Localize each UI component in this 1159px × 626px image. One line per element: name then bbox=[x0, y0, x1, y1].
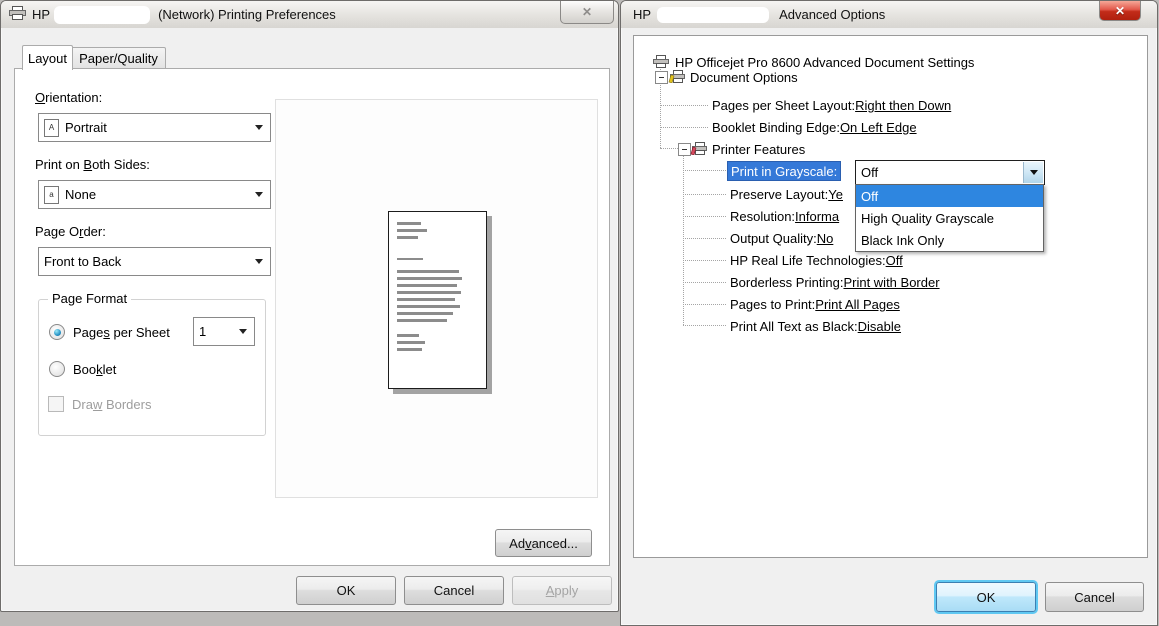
page-order-label: Page Order: bbox=[35, 224, 106, 239]
tree-connector bbox=[683, 304, 726, 305]
portrait-page-icon: A bbox=[44, 118, 59, 137]
tree-connector bbox=[683, 216, 726, 217]
tree-item-value[interactable]: On Left Edge bbox=[840, 120, 917, 135]
tree-connector bbox=[683, 260, 726, 261]
printing-preferences-dialog: HP (Network) Printing Preferences ✕ Pape… bbox=[0, 0, 619, 612]
radio-selected-icon[interactable] bbox=[49, 324, 65, 340]
tree-connector bbox=[683, 325, 726, 326]
printer-features-icon bbox=[690, 141, 707, 158]
draw-borders-label: Draw Borders bbox=[72, 396, 152, 412]
tree-item-value[interactable]: Ye bbox=[828, 187, 843, 202]
tree-item: Output Quality: No bbox=[730, 231, 834, 246]
dropdown-option-high-quality-grayscale[interactable]: High Quality Grayscale bbox=[856, 207, 1043, 229]
grayscale-value: Off bbox=[861, 165, 879, 180]
tree-connector bbox=[683, 170, 726, 171]
orientation-select[interactable]: A Portrait bbox=[38, 113, 271, 142]
pages-per-sheet-count: 1 bbox=[199, 324, 207, 339]
dropdown-option-black-ink-only[interactable]: Black Ink Only bbox=[856, 229, 1043, 251]
both-sides-label: Print on Both Sides: bbox=[35, 157, 150, 172]
cancel-button[interactable]: Cancel bbox=[1045, 582, 1144, 612]
tree-item-value[interactable]: Print All Pages bbox=[815, 297, 900, 312]
radio-icon[interactable] bbox=[49, 361, 65, 377]
advanced-button[interactable]: Advanced... bbox=[495, 529, 592, 557]
tree-item-value[interactable]: No bbox=[817, 231, 834, 246]
tree-connector bbox=[660, 127, 708, 128]
tree-item: Pages per Sheet Layout: Right then Down bbox=[712, 98, 952, 113]
tree-connector bbox=[683, 238, 726, 239]
duplex-page-icon: a bbox=[44, 185, 59, 204]
tree-item-value[interactable]: Disable bbox=[858, 319, 901, 334]
chevron-down-icon bbox=[255, 191, 263, 197]
close-icon[interactable]: ✕ bbox=[1099, 1, 1141, 21]
printer-icon bbox=[653, 54, 669, 71]
chevron-down-icon bbox=[255, 258, 263, 264]
chevron-down-icon bbox=[255, 124, 263, 130]
draw-borders-option: Draw Borders bbox=[48, 396, 151, 412]
pages-per-sheet-option[interactable]: Pages per Sheet bbox=[49, 324, 170, 340]
tree-item: HP Real Life Technologies: Off bbox=[730, 253, 903, 268]
layout-tab-page: Orientation: A Portrait Print on Both Si… bbox=[14, 68, 610, 566]
tree-item: Booklet Binding Edge: On Left Edge bbox=[712, 120, 917, 135]
window-title: (Network) Printing Preferences bbox=[158, 7, 336, 22]
print-preview-panel bbox=[275, 99, 598, 498]
document-preview-page bbox=[388, 211, 487, 389]
chevron-down-icon bbox=[239, 328, 247, 334]
document-options-icon bbox=[668, 69, 685, 86]
booklet-label: Booklet bbox=[73, 361, 117, 377]
tree-connector bbox=[660, 105, 708, 106]
tree-item-value[interactable]: Print with Border bbox=[843, 275, 939, 290]
page-format-title: Page Format bbox=[48, 291, 132, 306]
left-titlebar[interactable]: HP (Network) Printing Preferences ✕ bbox=[1, 1, 618, 28]
pages-per-sheet-count-select[interactable]: 1 bbox=[193, 317, 255, 346]
tree-connector bbox=[660, 148, 678, 149]
close-icon[interactable]: ✕ bbox=[560, 1, 614, 24]
advanced-options-dialog: HP Advanced Options ✕ HP Officejet Pro 8… bbox=[620, 0, 1158, 626]
booklet-option[interactable]: Booklet bbox=[49, 361, 116, 377]
tree-item-print-in-grayscale[interactable]: Print in Grayscale: bbox=[727, 161, 842, 181]
apply-button: Apply bbox=[512, 576, 612, 605]
ok-button[interactable]: OK bbox=[296, 576, 396, 605]
tree-item: Resolution: Informa bbox=[730, 209, 840, 224]
collapse-icon[interactable] bbox=[655, 71, 668, 84]
orientation-value: Portrait bbox=[65, 120, 107, 135]
pages-per-sheet-label: Pages per Sheet bbox=[73, 324, 170, 340]
window-title: Advanced Options bbox=[779, 7, 886, 22]
tab-layout[interactable]: Layout bbox=[22, 45, 73, 70]
tree-item-value[interactable]: Off bbox=[886, 253, 903, 268]
tree-connector bbox=[683, 282, 726, 283]
tree-item-value[interactable]: Informa bbox=[795, 209, 839, 224]
tree-item: Print All Text as Black: Disable bbox=[730, 319, 902, 334]
both-sides-select[interactable]: a None bbox=[38, 180, 271, 209]
window-title-prefix: HP bbox=[633, 7, 652, 22]
tree-item: Pages to Print: Print All Pages bbox=[730, 297, 900, 312]
page-order-select[interactable]: Front to Back bbox=[38, 247, 271, 276]
dropdown-option-off[interactable]: Off bbox=[856, 185, 1043, 207]
orientation-label: Orientation: bbox=[35, 90, 103, 105]
window-title-prefix: HP bbox=[32, 7, 51, 22]
tree-item-value[interactable]: Right then Down bbox=[855, 98, 951, 113]
cancel-button[interactable]: Cancel bbox=[404, 576, 504, 605]
redacted-text bbox=[54, 5, 151, 24]
printer-icon bbox=[9, 6, 26, 23]
tree-connector bbox=[683, 154, 684, 325]
right-titlebar[interactable]: HP Advanced Options ✕ bbox=[621, 1, 1157, 28]
chevron-down-icon[interactable] bbox=[1023, 162, 1043, 183]
tree-item-printer-features: Printer Features bbox=[690, 141, 805, 158]
tab-paper-quality[interactable]: Paper/Quality bbox=[71, 47, 166, 70]
page-order-value: Front to Back bbox=[44, 254, 122, 269]
checkbox-icon bbox=[48, 396, 64, 412]
tree-item: Borderless Printing: Print with Border bbox=[730, 275, 940, 290]
redacted-text bbox=[657, 6, 770, 23]
tree-item-document-options: Document Options bbox=[668, 69, 798, 86]
grayscale-combobox[interactable]: Off bbox=[855, 160, 1045, 185]
tree-connector bbox=[683, 194, 726, 195]
both-sides-value: None bbox=[65, 187, 97, 202]
page-format-group: Page Format Pages per Sheet 1 Booklet Dr… bbox=[38, 291, 266, 436]
settings-tree-panel: HP Officejet Pro 8600 Advanced Document … bbox=[633, 35, 1148, 558]
tree-item: Preserve Layout: Ye bbox=[730, 187, 843, 202]
ok-button[interactable]: OK bbox=[936, 582, 1036, 612]
grayscale-dropdown-list: Off High Quality Grayscale Black Ink Onl… bbox=[855, 184, 1044, 252]
